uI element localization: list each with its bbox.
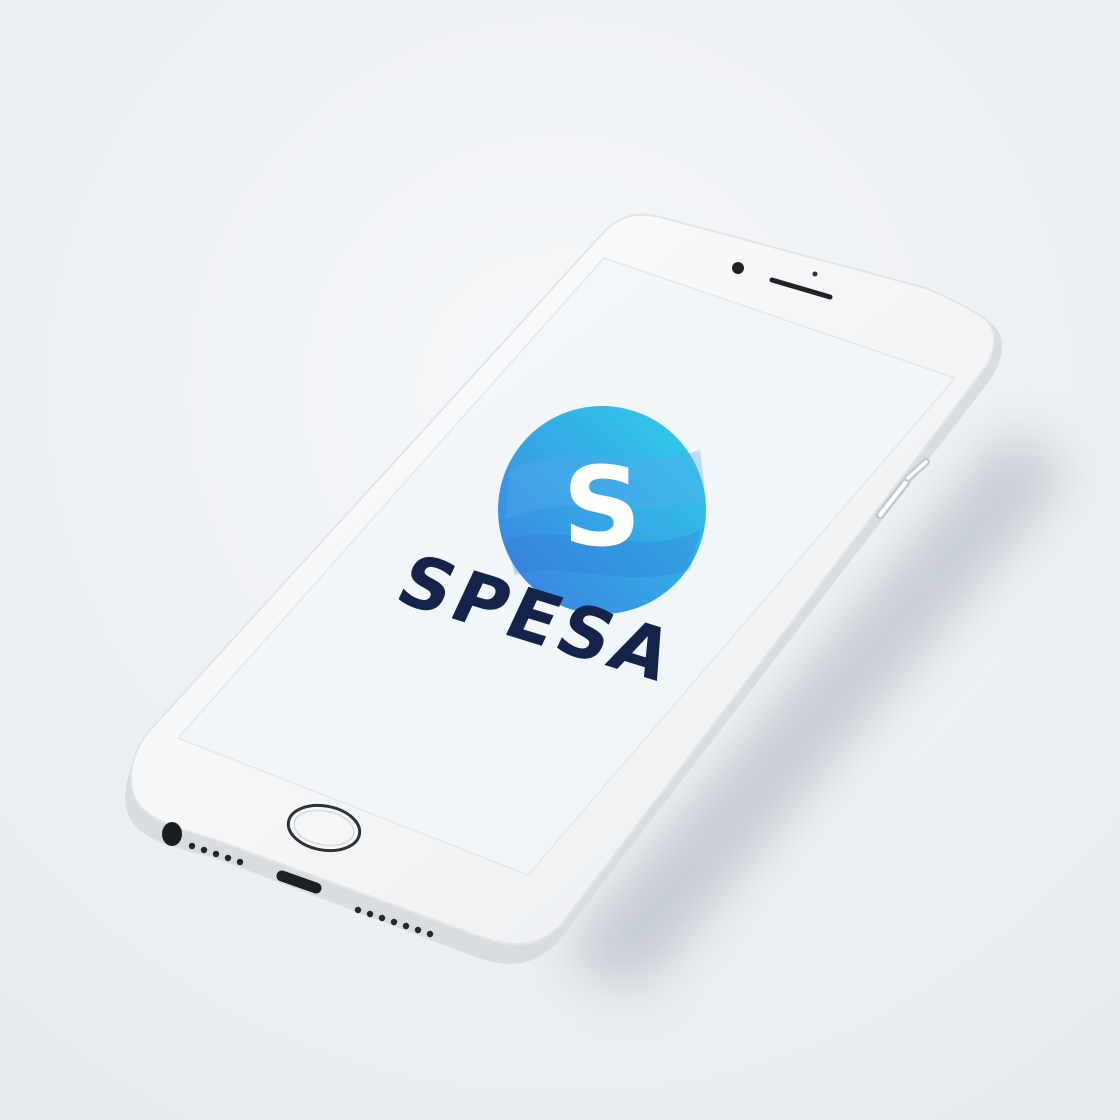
sensor-dot-icon [812,271,818,277]
logo-letter: S [562,443,641,571]
camera-dot-icon [732,262,744,274]
headphone-jack-icon [162,822,182,846]
phone-mockup-scene: S SPESA [0,0,1120,1120]
